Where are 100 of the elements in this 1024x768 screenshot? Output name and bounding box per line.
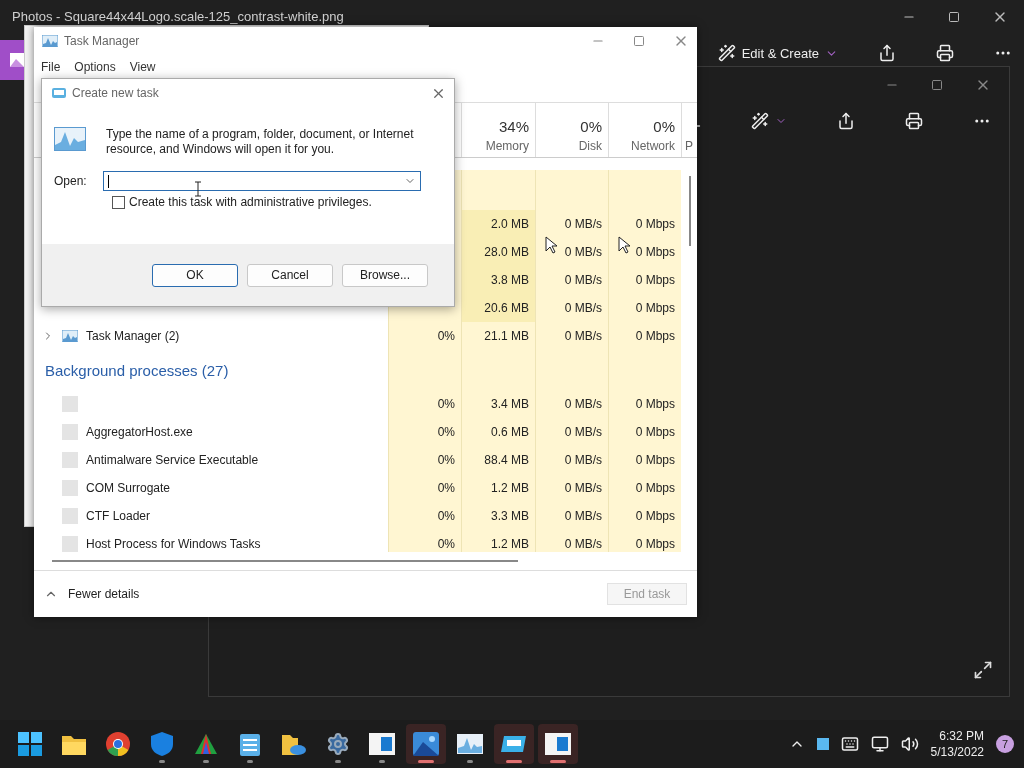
clock[interactable]: 6:32 PM 5/13/2022 — [930, 728, 984, 760]
table-cell: 0 Mbps — [608, 446, 681, 474]
dialog-button[interactable]: Cancel — [247, 263, 333, 287]
table-cell: 0 MB/s — [535, 210, 608, 238]
edit-button[interactable] — [751, 112, 787, 130]
activity-chart-icon — [42, 35, 58, 47]
dialog-title: Create new task — [72, 86, 160, 100]
table-cell: 0 Mbps — [608, 474, 681, 502]
windows-logo-icon — [18, 732, 42, 756]
table-cell: 0.6 MB — [461, 418, 535, 446]
prism-icon — [194, 732, 218, 756]
landscape-icon — [413, 732, 439, 756]
process-icon — [62, 452, 78, 468]
open-label: Open: — [54, 174, 87, 188]
tray-app-icon[interactable] — [816, 738, 829, 750]
window-icon — [545, 733, 571, 755]
notification-badge[interactable]: 7 — [996, 735, 1014, 753]
table-cell: 3.4 MB — [461, 390, 535, 418]
folder-icon — [62, 733, 86, 755]
process-name[interactable]: AggregatorHost.exe — [86, 425, 193, 439]
table-cell: 0 MB/s — [535, 446, 608, 474]
window-title: Photos - Square44x44Logo.scale-125_contrast-white.png — [12, 9, 344, 24]
table-cell: 88.4 MB — [461, 446, 535, 474]
text-cursor-icon — [194, 181, 202, 197]
menu-item[interactable]: Options — [74, 59, 116, 74]
process-name[interactable]: CTF Loader — [86, 509, 151, 523]
process-icon — [62, 480, 78, 496]
maximize-icon[interactable] — [948, 11, 960, 23]
checkbox[interactable] — [112, 195, 125, 209]
open-combo-field[interactable] — [102, 171, 421, 191]
table-cell: 0 MB/s — [535, 390, 608, 418]
table-cell: 0 Mbps — [608, 238, 681, 266]
drive-icon — [501, 734, 527, 754]
dialog-message: Type the name of a program, folder, document, or Internet resource, and Windows will open it for you. — [106, 127, 415, 157]
table-cell: 0% — [388, 502, 461, 530]
dialog-button[interactable]: OK — [152, 263, 238, 287]
run-icon — [52, 88, 66, 98]
table-cell: 0 MB/s — [535, 294, 608, 322]
table-cell: 0% — [388, 530, 461, 552]
checkbox-label[interactable]: Create this task with administrative privileges. — [129, 195, 372, 209]
table-cell: 0% — [388, 418, 461, 446]
share-icon[interactable] — [837, 112, 855, 130]
wand-icon — [751, 112, 769, 130]
menu-item[interactable]: File — [41, 59, 61, 74]
column-header[interactable]: Memory — [485, 139, 529, 153]
print-icon[interactable] — [905, 112, 923, 130]
group-heading: Background processes (27) — [44, 361, 229, 379]
table-cell: 1.2 MB — [461, 474, 535, 502]
table-cell: 0 Mbps — [608, 210, 681, 238]
column-percent: 0% — [653, 118, 675, 135]
keyboard-icon[interactable] — [840, 735, 859, 753]
fewer-details-toggle[interactable]: Fewer details — [44, 587, 140, 601]
scrollbar-thumb[interactable] — [689, 176, 691, 246]
process-icon — [62, 536, 78, 552]
process-name[interactable]: Task Manager (2) — [86, 329, 180, 343]
table-cell: 0 MB/s — [535, 266, 608, 294]
browser-icon — [106, 732, 130, 756]
table-cell: 3.8 MB — [461, 266, 535, 294]
taskbar-app[interactable] — [538, 724, 578, 764]
scrollbar-thumb[interactable] — [52, 560, 518, 562]
column-header[interactable]: Network — [631, 139, 675, 153]
table-cell: 3.3 MB — [461, 502, 535, 530]
menu-item[interactable]: View — [129, 59, 156, 74]
dialog-button[interactable]: Browse... — [342, 263, 428, 287]
expand-icon[interactable] — [973, 660, 993, 680]
table-cell: 0 Mbps — [608, 418, 681, 446]
table-cell: 0 MB/s — [535, 474, 608, 502]
table-cell: 0 MB/s — [535, 322, 608, 350]
table-cell: 0% — [388, 446, 461, 474]
taskbar-app[interactable] — [494, 724, 534, 764]
window-title: Task Manager — [64, 34, 141, 48]
network-icon[interactable] — [870, 735, 889, 753]
table-cell: 2.0 MB — [461, 210, 535, 238]
table-cell: 28.0 MB — [461, 238, 535, 266]
table-cell: 0 MB/s — [535, 418, 608, 446]
process-icon — [62, 424, 78, 440]
wand-icon — [717, 44, 736, 62]
process-icon — [62, 508, 78, 524]
process-name[interactable]: Antimalware Service Executable — [86, 453, 259, 467]
print-icon[interactable] — [936, 44, 954, 62]
notepad-icon — [240, 732, 260, 756]
share-icon[interactable] — [878, 44, 896, 62]
table-cell: 0 MB/s — [535, 238, 608, 266]
volume-icon[interactable] — [900, 735, 919, 753]
column-percent: 34% — [498, 118, 529, 135]
process-name[interactable]: COM Surrogate — [86, 481, 171, 495]
gear-icon — [326, 732, 350, 756]
activity-chart-icon — [457, 734, 483, 754]
activity-chart-icon — [62, 330, 78, 342]
table-cell: 0 Mbps — [608, 530, 681, 552]
table-cell: 0 MB/s — [535, 502, 608, 530]
activity-chart-icon — [54, 127, 86, 151]
table-cell: 0 Mbps — [608, 294, 681, 322]
mouse-pointer-icon — [545, 236, 557, 254]
column-header[interactable]: P — [685, 139, 693, 153]
process-icon — [62, 396, 78, 412]
process-name[interactable]: Host Process for Windows Tasks — [86, 537, 261, 551]
edit-create-button[interactable]: Edit & Create — [717, 44, 838, 62]
column-header[interactable]: Disk — [578, 139, 602, 153]
maximize-icon[interactable] — [931, 79, 943, 91]
